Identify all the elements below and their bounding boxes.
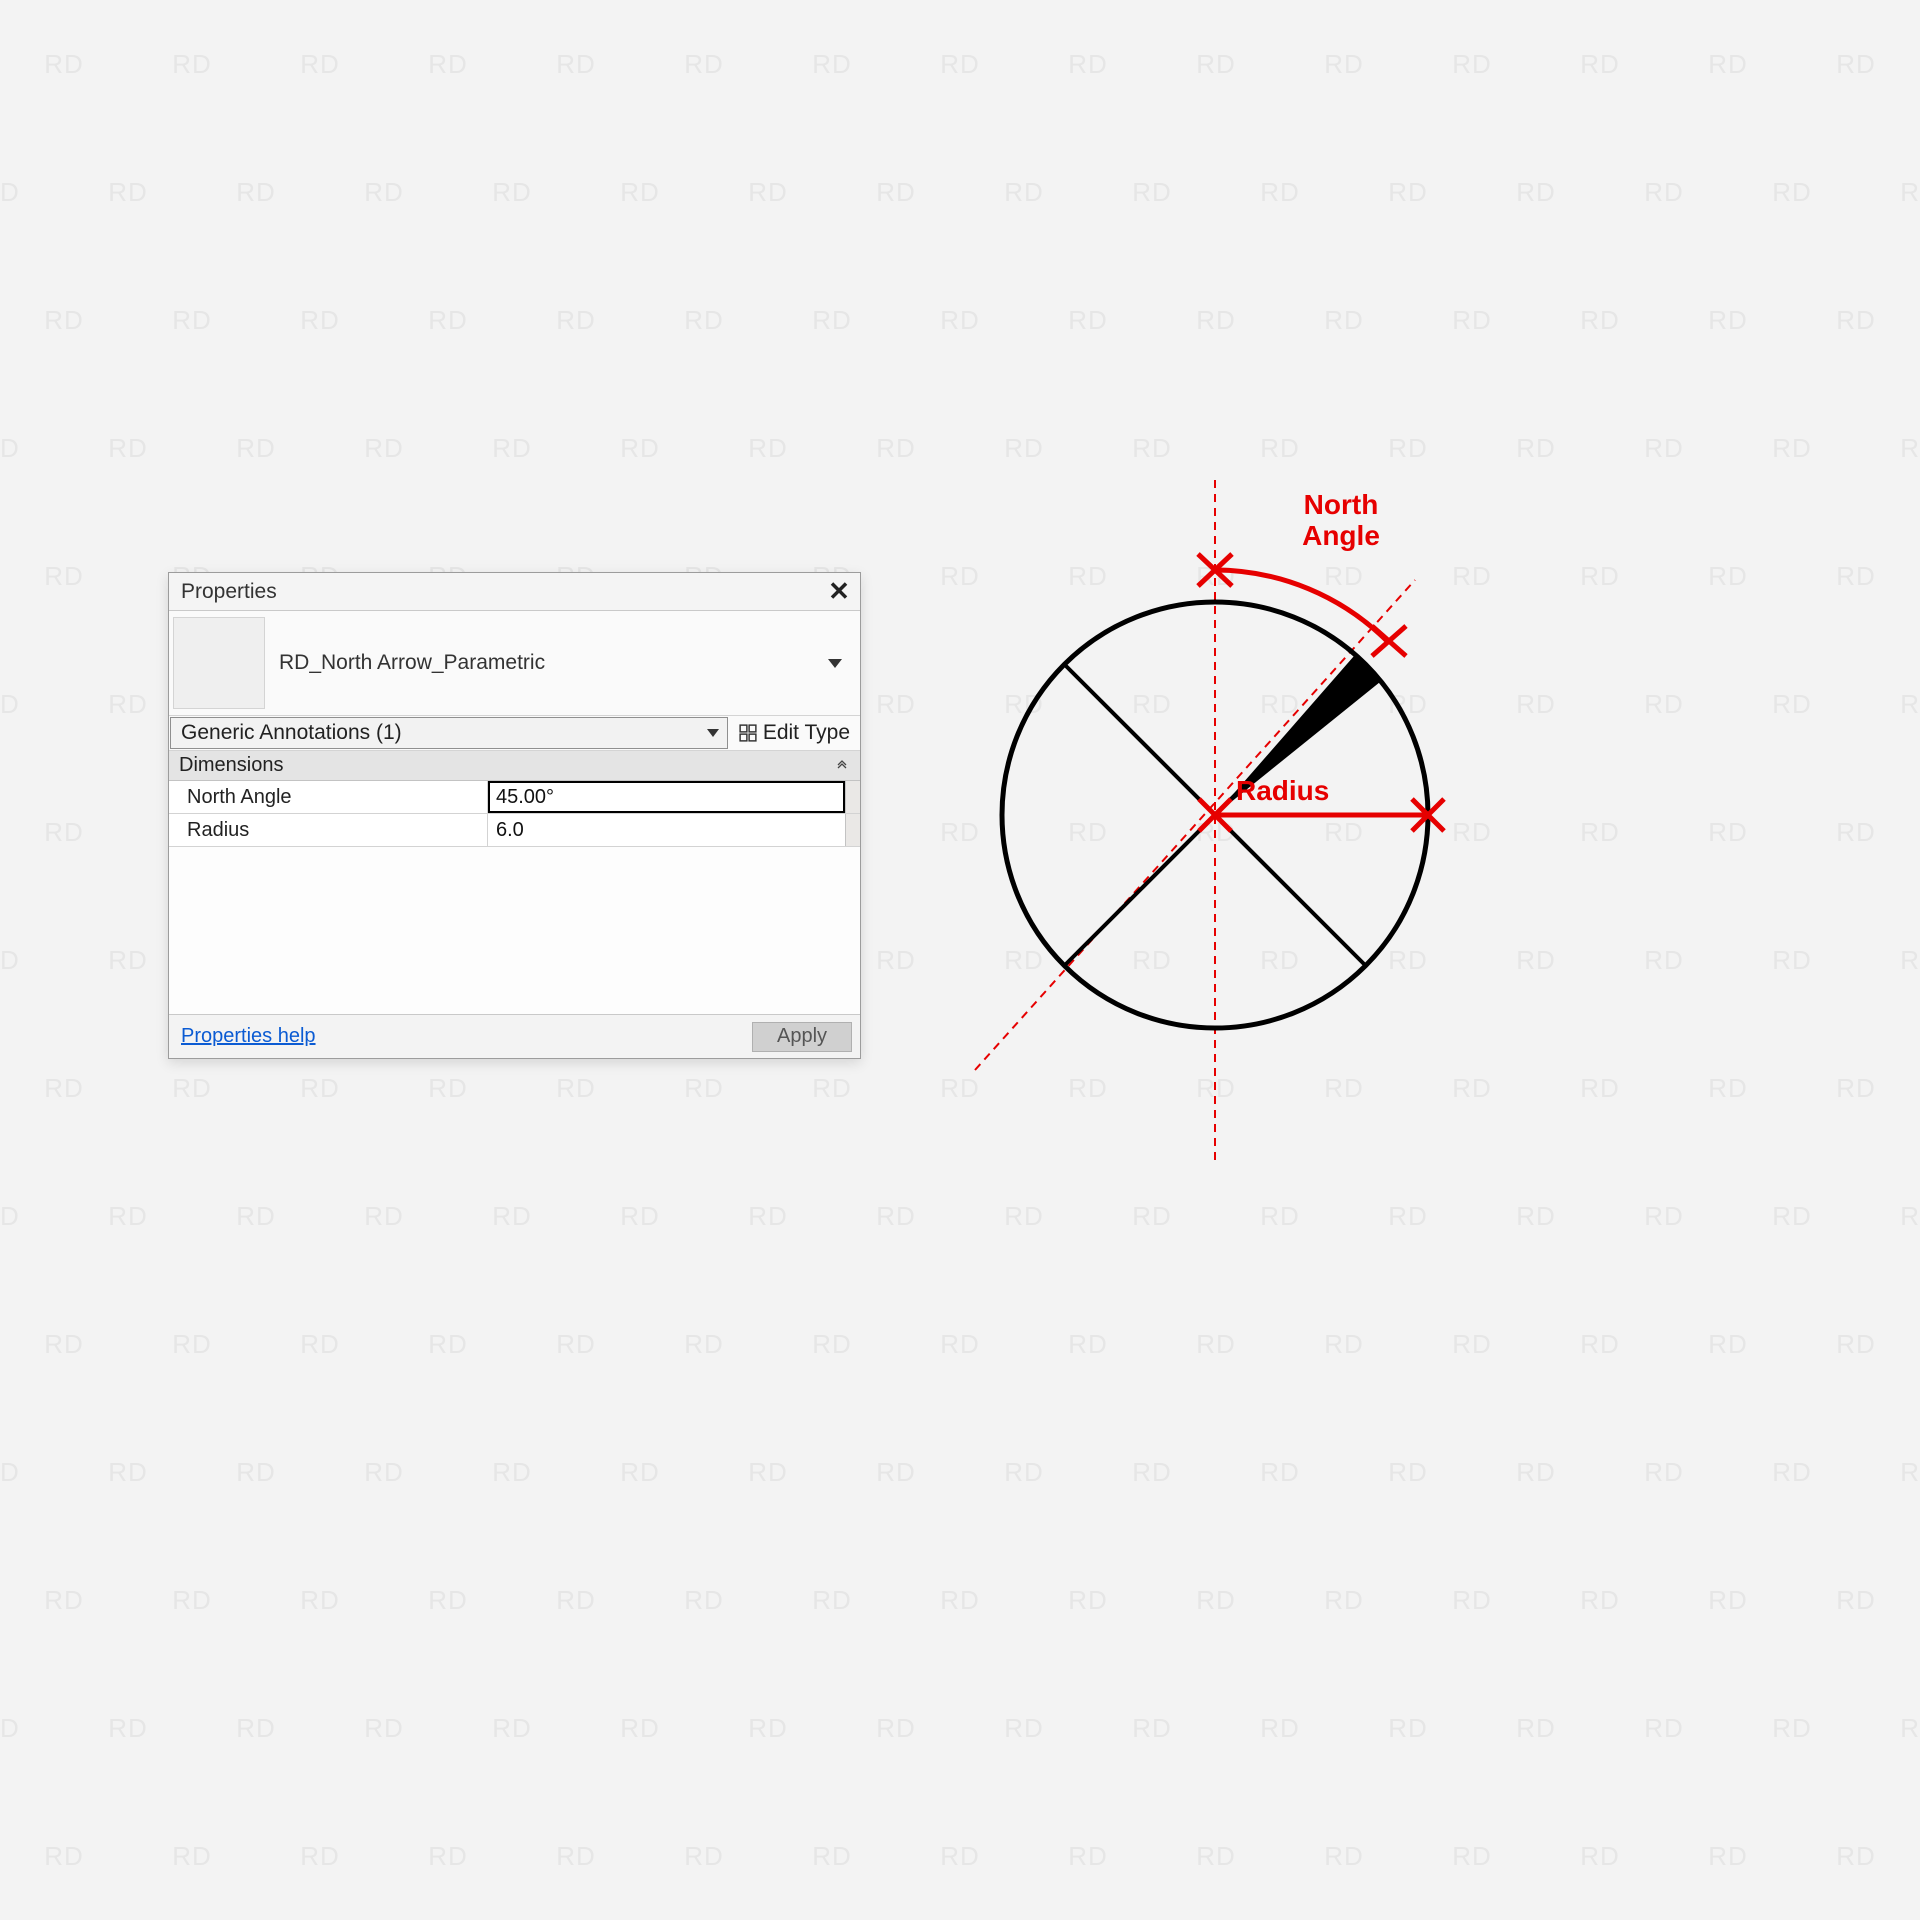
section-label: Dimensions <box>179 754 283 777</box>
north-angle-field[interactable] <box>496 786 837 809</box>
instance-filter-dropdown[interactable]: Generic Annotations (1) <box>170 717 728 749</box>
edit-type-icon <box>739 724 757 742</box>
north-angle-annotation: NorthAngle <box>1276 490 1406 552</box>
param-row-north-angle: North Angle <box>169 781 860 814</box>
close-icon[interactable]: ✕ <box>826 579 852 605</box>
type-thumbnail <box>173 617 265 709</box>
properties-panel: Properties ✕ RD_North Arrow_Parametric G… <box>168 572 861 1059</box>
north-arrow-diagram: NorthAngle Radius <box>940 460 1500 1180</box>
param-row-radius: Radius <box>169 814 860 847</box>
section-dimensions[interactable]: Dimensions <box>169 751 860 781</box>
properties-help-link[interactable]: Properties help <box>181 1025 316 1048</box>
panel-title: Properties <box>181 580 277 604</box>
radius-annotation: Radius <box>1236 776 1329 807</box>
param-label: Radius <box>169 814 488 846</box>
chevron-down-icon <box>828 659 842 668</box>
properties-titlebar: Properties ✕ <box>169 573 860 611</box>
instance-filter-label: Generic Annotations (1) <box>181 721 402 745</box>
edit-type-button[interactable]: Edit Type <box>729 716 860 750</box>
param-extra <box>845 814 860 846</box>
type-selector[interactable]: RD_North Arrow_Parametric <box>169 611 860 715</box>
collapse-icon <box>836 760 848 772</box>
edit-type-label: Edit Type <box>763 721 850 745</box>
apply-button[interactable]: Apply <box>752 1022 852 1052</box>
param-label: North Angle <box>169 781 488 813</box>
type-name: RD_North Arrow_Parametric <box>279 651 814 675</box>
param-extra <box>845 781 860 813</box>
radius-field[interactable] <box>496 819 837 842</box>
chevron-down-icon <box>707 729 719 737</box>
